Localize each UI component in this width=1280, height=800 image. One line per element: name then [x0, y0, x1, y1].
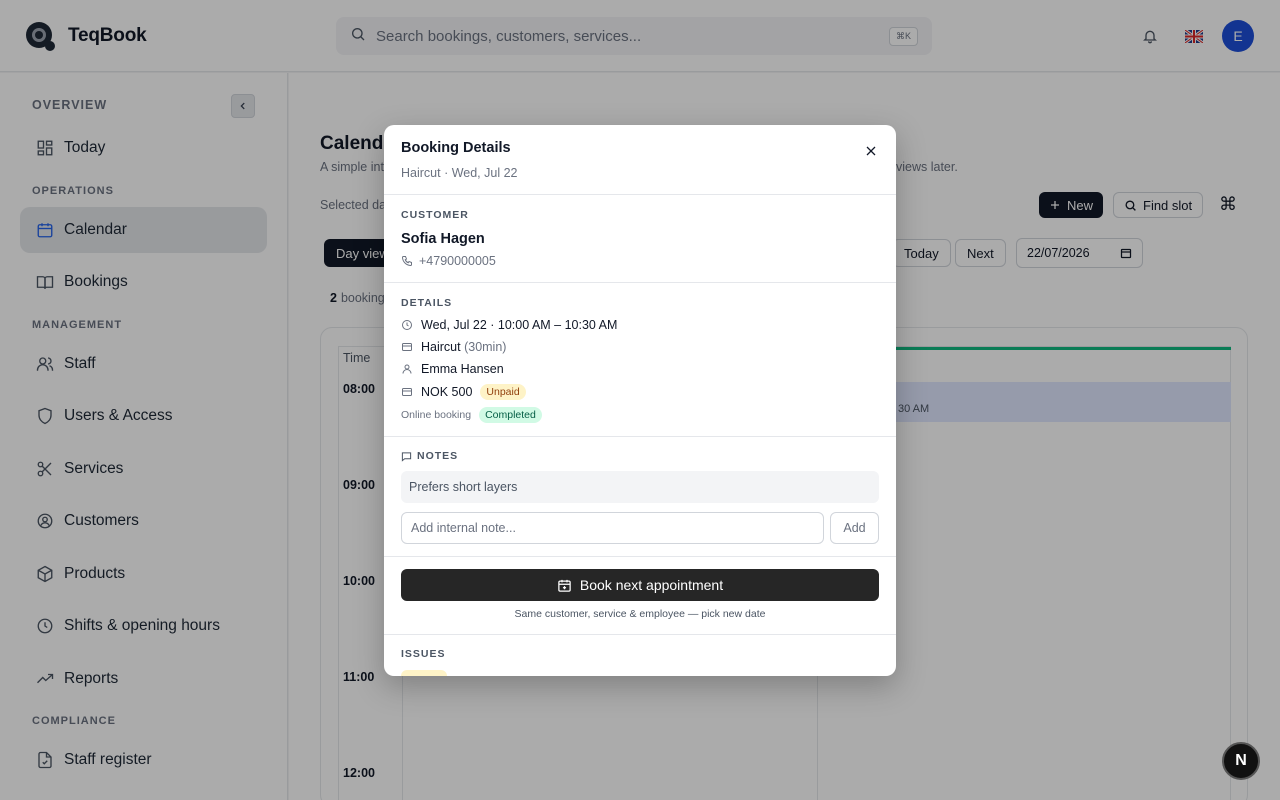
card-icon: [402, 388, 412, 396]
employee-value: Emma Hansen: [421, 362, 504, 376]
existing-note: Prefers short layers: [401, 471, 879, 503]
datetime-value: Wed, Jul 22 · 10:00 AM – 10:30 AM: [421, 318, 618, 332]
booking-service: Haircut (30min): [401, 340, 506, 354]
payment-status-badge: Unpaid: [480, 384, 526, 400]
modal-subtitle: Haircut · Wed, Jul 22: [401, 166, 518, 180]
user-icon: [402, 364, 412, 374]
customer-phone[interactable]: +4790000005: [401, 254, 496, 268]
customer-phone-value: +4790000005: [419, 254, 496, 268]
issues-section-label: ISSUES: [401, 648, 446, 660]
book-next-hint: Same customer, service & employee — pick…: [514, 608, 766, 620]
modal-title: Booking Details: [401, 140, 511, 156]
booking-price: NOK 500 Unpaid: [401, 384, 526, 400]
divider: [384, 194, 896, 195]
calendar-plus-icon: [558, 579, 571, 592]
booking-source: Online booking: [401, 409, 472, 421]
close-icon[interactable]: [862, 142, 880, 160]
dev-tools-badge[interactable]: N: [1222, 742, 1260, 780]
divider: [384, 556, 896, 557]
internal-note-input[interactable]: Add internal note...: [401, 512, 824, 544]
card-icon: [402, 343, 412, 351]
booking-details-modal: Booking Details Haircut · Wed, Jul 22 CU…: [384, 125, 896, 676]
phone-icon: [401, 256, 412, 267]
notes-label-text: NOTES: [417, 450, 459, 462]
book-next-appointment-button[interactable]: Book next appointment: [401, 569, 879, 601]
booking-employee: Emma Hansen: [401, 362, 504, 376]
customer-name: Sofia Hagen: [401, 231, 485, 247]
booking-datetime: Wed, Jul 22 · 10:00 AM – 10:30 AM: [401, 318, 617, 332]
duration-value: (30min): [464, 340, 507, 354]
message-icon: [401, 451, 412, 462]
divider: [384, 282, 896, 283]
add-note-button[interactable]: Add: [830, 512, 879, 544]
booking-status-badge: Completed: [479, 407, 542, 423]
details-section-label: DETAILS: [401, 297, 453, 309]
price-value: NOK 500: [421, 385, 473, 399]
service-value: Haircut: [421, 340, 461, 354]
divider: [384, 634, 896, 635]
notes-section-label: NOTES: [401, 450, 458, 462]
customer-section-label: CUSTOMER: [401, 209, 469, 221]
divider: [384, 436, 896, 437]
clock-icon: [402, 320, 412, 330]
book-next-label: Book next appointment: [579, 577, 724, 593]
issue-badge: [401, 670, 447, 676]
booking-source-status: Online booking Completed: [401, 407, 542, 423]
